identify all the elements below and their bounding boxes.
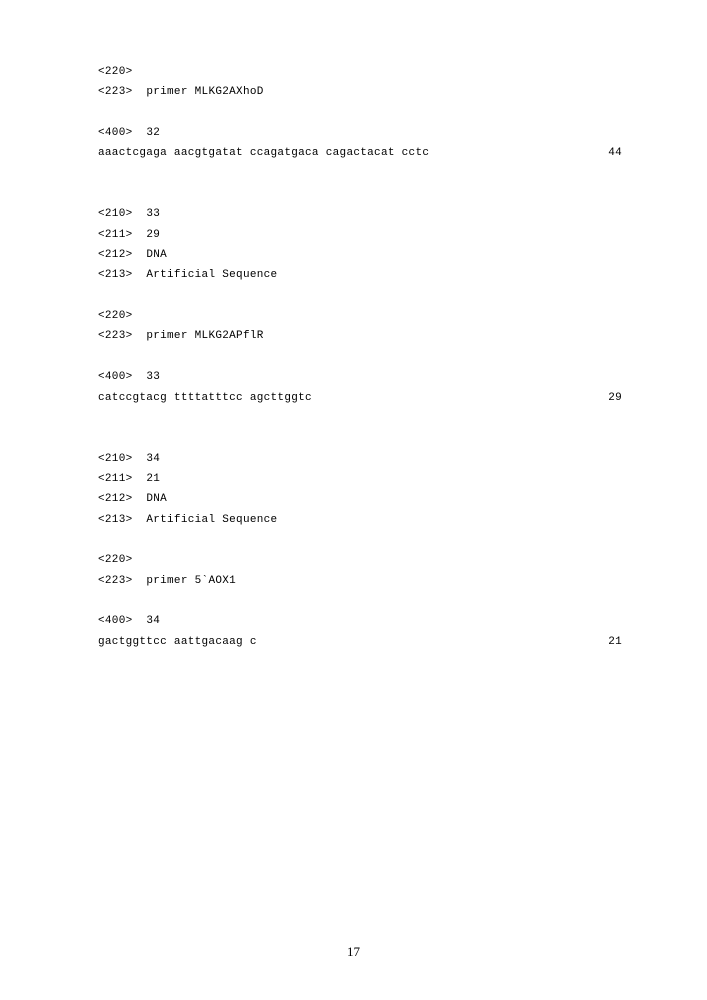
blank-line [98,591,622,611]
seq-id: <400> [98,371,133,383]
tag-line: <212> DNA [98,489,622,509]
sequence-line: aaactcgaga aacgtgatat ccagatgaca cagacta… [98,143,622,163]
tag-id: <211> [98,229,133,241]
tag-line: <220> [98,62,622,82]
tag-value: primer MLKG2APflR [146,330,263,342]
tag-id: <210> [98,208,133,220]
tag-value: primer MLKG2AXhoD [146,86,263,98]
tag-value: Artificial Sequence [146,269,277,281]
tag-value: Artificial Sequence [146,514,277,526]
seq-header-line: <400> 34 [98,611,622,631]
tag-id: <213> [98,269,133,281]
tag-value: 33 [146,208,160,220]
tag-line: <213> Artificial Sequence [98,265,622,285]
tag-line: <211> 29 [98,225,622,245]
tag-line: <212> DNA [98,245,622,265]
tag-line: <220> [98,550,622,570]
tag-id: <223> [98,86,133,98]
blank-line [98,184,622,204]
tag-value: 21 [146,473,160,485]
tag-value: primer 5`AOX1 [146,575,236,587]
tag-line: <223> primer 5`AOX1 [98,571,622,591]
tag-id: <210> [98,453,133,465]
blank-line [98,530,622,550]
sequence-listing-content: <220> <223> primer MLKG2AXhoD <400> 32 a… [0,0,707,652]
tag-line: <210> 33 [98,204,622,224]
blank-line [98,347,622,367]
seq-id: <400> [98,127,133,139]
sequence-line: gactggttcc aattgacaag c 21 [98,632,622,652]
page-number: 17 [0,944,707,960]
tag-id: <213> [98,514,133,526]
tag-line: <223> primer MLKG2AXhoD [98,82,622,102]
tag-id: <220> [98,554,133,566]
tag-value: DNA [146,249,167,261]
blank-line [98,428,622,448]
sequence-length: 21 [608,632,622,652]
tag-line: <213> Artificial Sequence [98,510,622,530]
tag-value: DNA [146,493,167,505]
blank-line [98,164,622,184]
seq-num: 32 [146,127,160,139]
sequence-length: 44 [608,143,622,163]
blank-line [98,408,622,428]
tag-id: <212> [98,249,133,261]
sequence-text: aaactcgaga aacgtgatat ccagatgaca cagacta… [98,143,429,163]
tag-id: <223> [98,330,133,342]
seq-num: 34 [146,615,160,627]
tag-line: <223> primer MLKG2APflR [98,326,622,346]
tag-id: <223> [98,575,133,587]
sequence-line: catccgtacg ttttatttcc agcttggtc 29 [98,388,622,408]
seq-num: 33 [146,371,160,383]
sequence-length: 29 [608,388,622,408]
sequence-text: gactggttcc aattgacaag c [98,632,257,652]
tag-value: 29 [146,229,160,241]
tag-id: <220> [98,66,133,78]
blank-line [98,103,622,123]
tag-id: <211> [98,473,133,485]
seq-header-line: <400> 33 [98,367,622,387]
tag-line: <211> 21 [98,469,622,489]
tag-line: <220> [98,306,622,326]
tag-id: <220> [98,310,133,322]
sequence-text: catccgtacg ttttatttcc agcttggtc [98,388,312,408]
seq-id: <400> [98,615,133,627]
blank-line [98,286,622,306]
tag-value: 34 [146,453,160,465]
tag-line: <210> 34 [98,449,622,469]
seq-header-line: <400> 32 [98,123,622,143]
tag-id: <212> [98,493,133,505]
